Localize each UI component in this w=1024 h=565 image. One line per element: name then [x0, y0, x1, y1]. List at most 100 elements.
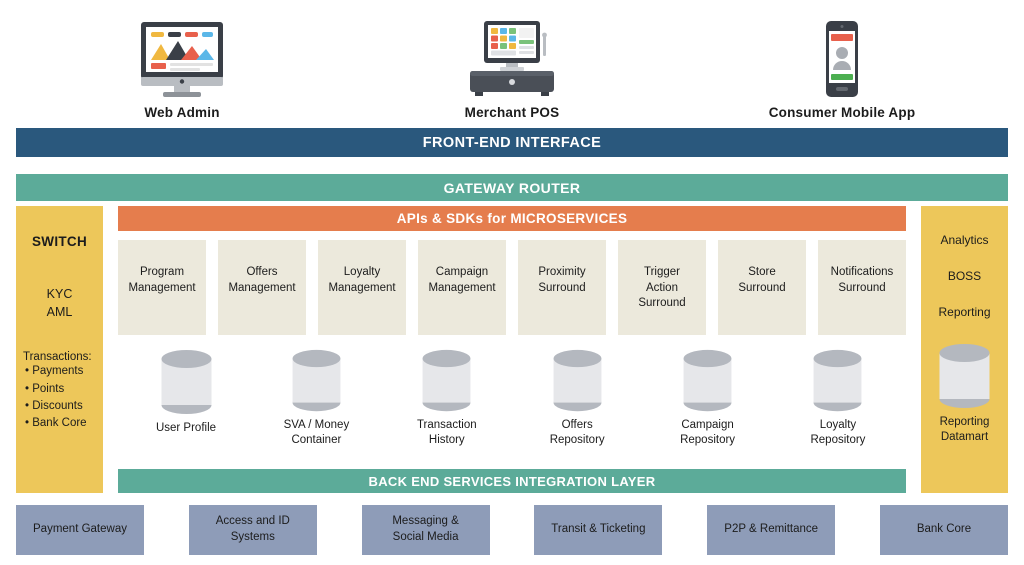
- datamart-label: Reporting Datamart: [924, 415, 1005, 445]
- list-item: Payments: [25, 363, 99, 380]
- list-item: Discounts: [25, 398, 99, 415]
- database-label: Loyalty Repository: [810, 418, 865, 448]
- device-label: Consumer Mobile App: [768, 105, 916, 120]
- card-line1: Offers: [246, 266, 278, 278]
- db-line1: Loyalty: [819, 419, 857, 432]
- database-cylinder-icon: [814, 349, 862, 412]
- card-line2: Action: [646, 281, 678, 294]
- datamart-line1: Reporting: [939, 416, 990, 428]
- external-system-payment-gateway[interactable]: Payment Gateway: [16, 505, 144, 555]
- database-reporting-datamart[interactable]: [924, 342, 1005, 410]
- card-line3: Surround: [638, 297, 686, 310]
- microservice-card-row: Program Management Offers Management Loyal…: [118, 240, 906, 335]
- microservice-card-offers-management[interactable]: Offers Management: [218, 240, 306, 335]
- microservice-card-proximity-surround[interactable]: Proximity Surround: [518, 240, 606, 335]
- api-sdk-label: APIs & SDKs for MICROSERVICES: [396, 211, 628, 226]
- db-line1: Offers: [561, 419, 593, 432]
- external-system-access-and-id-systems[interactable]: Access and ID Systems: [188, 505, 317, 555]
- ext-line2: Systems: [230, 531, 275, 543]
- external-system-transit-ticketing[interactable]: Transit & Ticketing: [534, 505, 663, 555]
- card-line1: Store: [748, 266, 776, 278]
- analytics-label: Analytics: [940, 233, 989, 247]
- microservices-region: APIs & SDKs for MICROSERVICES Program Man…: [118, 206, 906, 493]
- database-campaign-repository[interactable]: Campaign Repository: [648, 348, 768, 448]
- kyc-label: KYC: [46, 287, 73, 301]
- device-label: Merchant POS: [464, 105, 560, 120]
- api-sdk-bar: APIs & SDKs for MICROSERVICES: [118, 206, 906, 231]
- ext-line1: Payment Gateway: [33, 523, 127, 536]
- card-line2: Management: [428, 281, 496, 294]
- list-item: Bank Core: [25, 415, 99, 432]
- database-label: Transaction History: [417, 418, 477, 448]
- card-line1: Campaign: [435, 266, 489, 278]
- card-line2: Management: [128, 281, 196, 294]
- database-cylinder-icon: [422, 349, 471, 412]
- device-merchant-pos[interactable]: Merchant POS: [412, 20, 612, 120]
- database-cylinder-icon: [292, 349, 341, 412]
- microservice-card-store-surround[interactable]: Store Surround: [718, 240, 806, 335]
- back-end-integration-label: BACK END SERVICES INTEGRATION LAYER: [368, 473, 656, 489]
- platform-core-region: SWITCH KYC AML Transactions: Payments Po…: [16, 206, 1008, 493]
- ext-line1: Messaging &: [392, 515, 459, 528]
- microservice-card-campaign-management[interactable]: Campaign Management: [418, 240, 506, 335]
- db-line1: User Profile: [155, 422, 217, 434]
- db-line1: Transaction: [416, 419, 477, 432]
- database-label: SVA / Money Container: [284, 418, 350, 448]
- device-consumer-mobile-app[interactable]: Consumer Mobile App: [742, 20, 942, 120]
- database-row: User Profile SVA / Money Container Trans…: [118, 348, 906, 448]
- db-line2: Repository: [549, 434, 605, 447]
- transactions-title: Transactions:: [23, 351, 92, 364]
- microservice-card-notifications-surround[interactable]: Notifications Surround: [818, 240, 906, 335]
- gateway-router-bar: GATEWAY ROUTER: [16, 174, 1008, 201]
- microservice-card-loyalty-management[interactable]: Loyalty Management: [318, 240, 406, 335]
- card-line1: Notifications: [830, 266, 894, 278]
- front-end-interface-bar: FRONT-END INTERFACE: [16, 128, 1008, 157]
- card-line1: Proximity: [538, 266, 586, 278]
- database-cylinder-icon: [939, 344, 990, 408]
- switch-title: SWITCH: [31, 234, 88, 249]
- database-cylinder-icon: [553, 349, 602, 412]
- microservice-card-trigger-action-surround[interactable]: Trigger Action Surround: [618, 240, 706, 335]
- boss-label: BOSS: [947, 269, 982, 283]
- card-line2: Surround: [538, 281, 586, 294]
- database-sva-money-container[interactable]: SVA / Money Container: [256, 348, 376, 448]
- database-user-profile[interactable]: User Profile: [126, 348, 246, 448]
- db-line1: SVA / Money: [283, 419, 350, 432]
- db-line2: Repository: [810, 434, 866, 447]
- external-system-bank-core[interactable]: Bank Core: [879, 505, 1008, 555]
- db-line2: Container: [291, 434, 342, 447]
- database-label: Campaign Repository: [680, 418, 735, 448]
- card-line1: Program: [139, 266, 185, 278]
- database-cylinder-icon: [683, 349, 732, 412]
- db-line2: Repository: [680, 434, 736, 447]
- mobile-phone-icon: [826, 21, 858, 97]
- reporting-label: Reporting: [938, 305, 991, 319]
- external-system-messaging-social-media[interactable]: Messaging & Social Media: [361, 505, 490, 555]
- device-label: Web Admin: [144, 105, 220, 120]
- desktop-monitor-icon: [141, 22, 223, 97]
- external-system-p2p-remittance[interactable]: P2P & Remittance: [707, 505, 836, 555]
- card-line1: Loyalty: [343, 266, 381, 278]
- card-line1: Trigger: [644, 266, 680, 278]
- gateway-router-label: GATEWAY ROUTER: [443, 179, 581, 196]
- front-end-interface-label: FRONT-END INTERFACE: [422, 134, 602, 151]
- ext-line1: Access and ID: [215, 515, 290, 528]
- back-end-integration-bar: BACK END SERVICES INTEGRATION LAYER: [118, 469, 906, 493]
- database-cylinder-icon: [161, 350, 211, 414]
- card-line2: Surround: [738, 281, 786, 294]
- transactions-list: Payments Points Discounts Bank Core: [20, 363, 99, 432]
- database-loyalty-repository[interactable]: Loyalty Repository: [778, 348, 898, 448]
- microservice-card-program-management[interactable]: Program Management: [118, 240, 206, 335]
- card-line2: Management: [228, 281, 296, 294]
- db-line2: History: [428, 434, 465, 447]
- device-row: Web Admin Merchant POS Consumer Mobile A…: [0, 8, 1024, 120]
- card-line2: Surround: [838, 281, 886, 294]
- database-transaction-history[interactable]: Transaction History: [387, 348, 507, 448]
- ext-line1: P2P & Remittance: [724, 523, 819, 536]
- ext-line2: Social Media: [392, 531, 459, 543]
- switch-panel: SWITCH KYC AML Transactions: Payments Po…: [16, 206, 103, 493]
- list-item: Points: [25, 381, 99, 398]
- device-web-admin[interactable]: Web Admin: [82, 20, 282, 120]
- external-systems-row: Payment Gateway Access and ID Systems Mes…: [16, 505, 1008, 555]
- database-offers-repository[interactable]: Offers Repository: [517, 348, 637, 448]
